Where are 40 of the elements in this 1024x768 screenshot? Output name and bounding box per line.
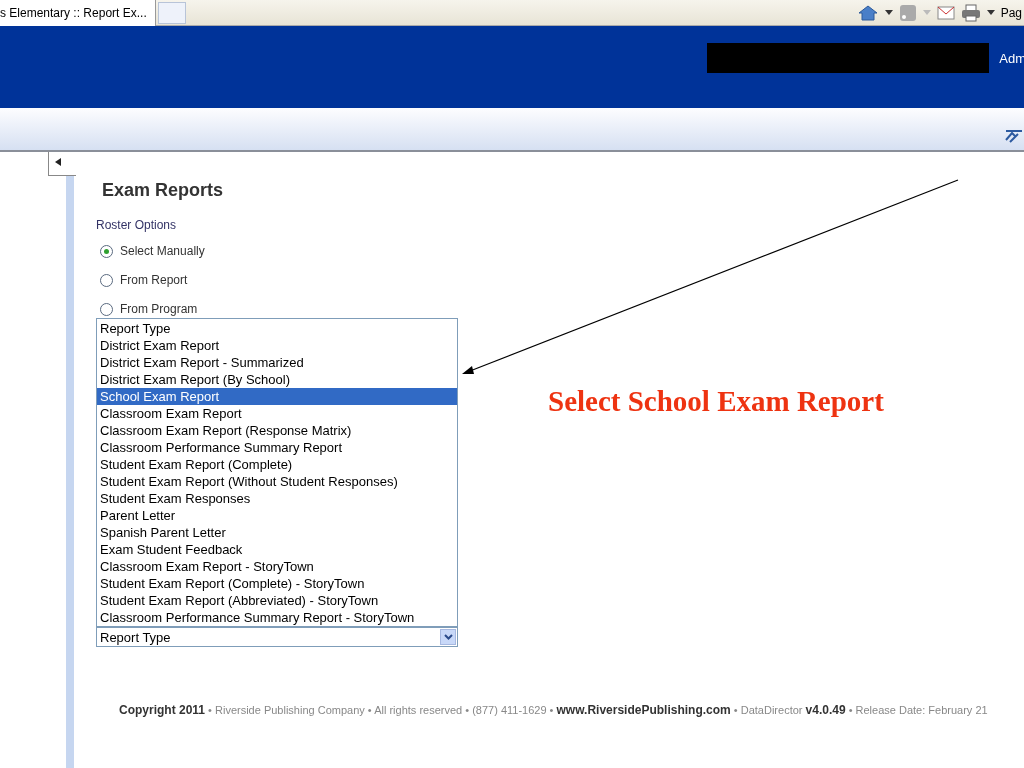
copyright-footer: Copyright 2011 • Riverside Publishing Company • All rights reserved • (877) 411-1629 • www.RiversidePublishing.com • DataDirector v4.0.49 • Release Date: February 21 — [119, 703, 1024, 717]
radio-button[interactable] — [100, 302, 113, 316]
dropdown-option[interactable]: Student Exam Responses — [97, 490, 457, 507]
radio-button[interactable] — [100, 244, 113, 258]
dropdown-option[interactable]: Student Exam Report (Abbreviated) - StoryTown — [97, 592, 457, 609]
dropdown-option[interactable]: Classroom Exam Report (Response Matrix) — [97, 422, 457, 439]
caret-icon[interactable] — [884, 9, 893, 16]
home-icon[interactable] — [856, 3, 879, 22]
report-type-select[interactable]: Report Type — [96, 627, 458, 647]
page-menu[interactable]: Pag — [1000, 5, 1022, 20]
dropdown-option[interactable]: Classroom Exam Report - StoryTown — [97, 558, 457, 575]
roster-label: Roster Options — [96, 218, 178, 232]
annotation-text: Select School Exam Report — [548, 385, 884, 418]
dropdown-option[interactable]: Spanish Parent Letter — [97, 524, 457, 541]
radio-label: From Program — [120, 302, 198, 316]
page-title: Exam Reports — [102, 180, 225, 201]
mail-icon[interactable] — [936, 5, 955, 20]
collapse-icon — [55, 158, 61, 166]
dropdown-option[interactable]: Report Type — [97, 320, 457, 337]
dropdown-option[interactable]: Classroom Performance Summary Report — [97, 439, 457, 456]
tool-icon[interactable] — [1004, 130, 1024, 144]
radio-button[interactable] — [100, 273, 113, 287]
dropdown-option[interactable]: Classroom Exam Report — [97, 405, 457, 422]
dropdown-option[interactable]: School Exam Report — [97, 388, 457, 405]
dropdown-caret-icon — [443, 634, 453, 640]
dropdown-option[interactable]: Parent Letter — [97, 507, 457, 524]
dropdown-option[interactable]: District Exam Report - Summarized — [97, 354, 457, 371]
print-icon[interactable] — [960, 3, 981, 22]
dropdown-option[interactable]: District Exam Report — [97, 337, 457, 354]
dropdown-option[interactable]: Student Exam Report (Without Student Responses) — [97, 473, 457, 490]
radio-label: Select Manually — [120, 244, 205, 258]
dropdown-option[interactable]: Student Exam Report (Complete) — [97, 456, 457, 473]
browser-tab[interactable]: s Elementary :: Report Ex... — [0, 0, 156, 26]
dropdown-option[interactable]: Classroom Performance Summary Report - StoryTown — [97, 609, 457, 626]
caret-icon[interactable] — [986, 9, 995, 16]
collapse-button[interactable] — [48, 152, 76, 176]
dropdown-option[interactable]: Student Exam Report (Complete) - StoryTown — [97, 575, 457, 592]
dropdown-option[interactable]: District Exam Report (By School) — [97, 371, 457, 388]
dropdown-option[interactable]: Exam Student Feedback — [97, 541, 457, 558]
radio-label: From Report — [120, 273, 188, 287]
